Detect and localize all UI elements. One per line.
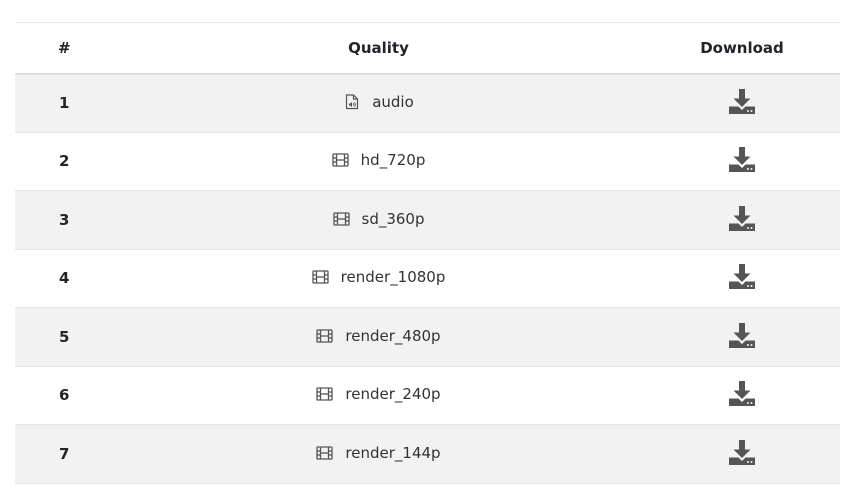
download-cell	[644, 308, 840, 367]
quality-cell: render_1080p	[113, 249, 644, 308]
table-row: 4 render_1080p	[15, 249, 840, 308]
film-icon	[312, 269, 329, 286]
download-cell	[644, 366, 840, 425]
table-row: 5 render_480p	[15, 307, 840, 367]
quality-label: render_480p	[345, 326, 441, 345]
row-number: 3	[59, 210, 70, 229]
film-icon	[316, 444, 334, 461]
quality-content: render_240p	[316, 385, 441, 404]
downloads-table: # Quality Download 1 audio 2 hd_720p 3 sd_360…	[15, 22, 840, 484]
quality-label: audio	[372, 92, 414, 111]
row-number: 2	[59, 152, 70, 171]
quality-cell: render_240p	[113, 366, 644, 425]
quality-label: render_240p	[345, 385, 441, 404]
quality-label: hd_720p	[360, 151, 426, 170]
quality-cell: render_480p	[113, 308, 644, 367]
download-icon[interactable]	[727, 203, 757, 233]
table-row: 2 hd_720p	[15, 132, 840, 191]
header-number: #	[58, 38, 71, 57]
quality-content: render_1080p	[312, 268, 446, 287]
download-icon[interactable]	[727, 378, 757, 408]
download-icon[interactable]	[727, 86, 757, 116]
download-cell	[644, 249, 840, 308]
audio-file-icon	[343, 93, 360, 110]
quality-content: audio	[343, 93, 414, 111]
film-icon	[332, 152, 349, 169]
download-cell	[644, 132, 840, 191]
header-quality: Quality	[348, 38, 409, 57]
download-icon[interactable]	[727, 437, 757, 467]
download-cell	[644, 74, 840, 133]
download-icon[interactable]	[727, 144, 757, 174]
table-row: 6 render_240p	[15, 366, 840, 425]
download-icon[interactable]	[727, 261, 757, 291]
quality-label: render_144p	[345, 443, 441, 462]
film-icon	[316, 386, 334, 403]
quality-label: sd_360p	[361, 209, 425, 228]
table-body: 1 audio 2 hd_720p 3 sd_360p 4 render_1080p 5 rend…	[15, 73, 840, 484]
table-header: # Quality Download	[15, 22, 840, 74]
quality-cell: sd_360p	[113, 191, 644, 250]
download-icon[interactable]	[727, 320, 757, 350]
download-cell	[644, 191, 840, 250]
row-number: 1	[59, 94, 70, 112]
row-number: 7	[59, 444, 70, 463]
download-cell	[644, 425, 840, 484]
table-row: 1 audio	[15, 73, 840, 133]
table-row: 7 render_144p	[15, 424, 840, 484]
film-icon	[316, 327, 334, 344]
quality-cell: render_144p	[113, 425, 644, 484]
quality-cell: hd_720p	[113, 132, 644, 191]
quality-label: render_1080p	[340, 268, 446, 287]
row-number: 5	[59, 327, 70, 346]
film-icon	[332, 210, 350, 227]
quality-cell: audio	[113, 74, 644, 133]
row-number: 4	[59, 269, 70, 288]
quality-content: hd_720p	[332, 151, 426, 170]
quality-content: render_144p	[316, 443, 441, 462]
row-number: 6	[59, 386, 70, 405]
header-download: Download	[700, 38, 784, 57]
quality-content: render_480p	[316, 326, 441, 345]
header-row: # Quality Download	[15, 22, 840, 74]
downloads-table-container: # Quality Download 1 audio 2 hd_720p 3 sd_360…	[15, 22, 840, 484]
quality-content: sd_360p	[332, 209, 425, 228]
table-row: 3 sd_360p	[15, 190, 840, 250]
